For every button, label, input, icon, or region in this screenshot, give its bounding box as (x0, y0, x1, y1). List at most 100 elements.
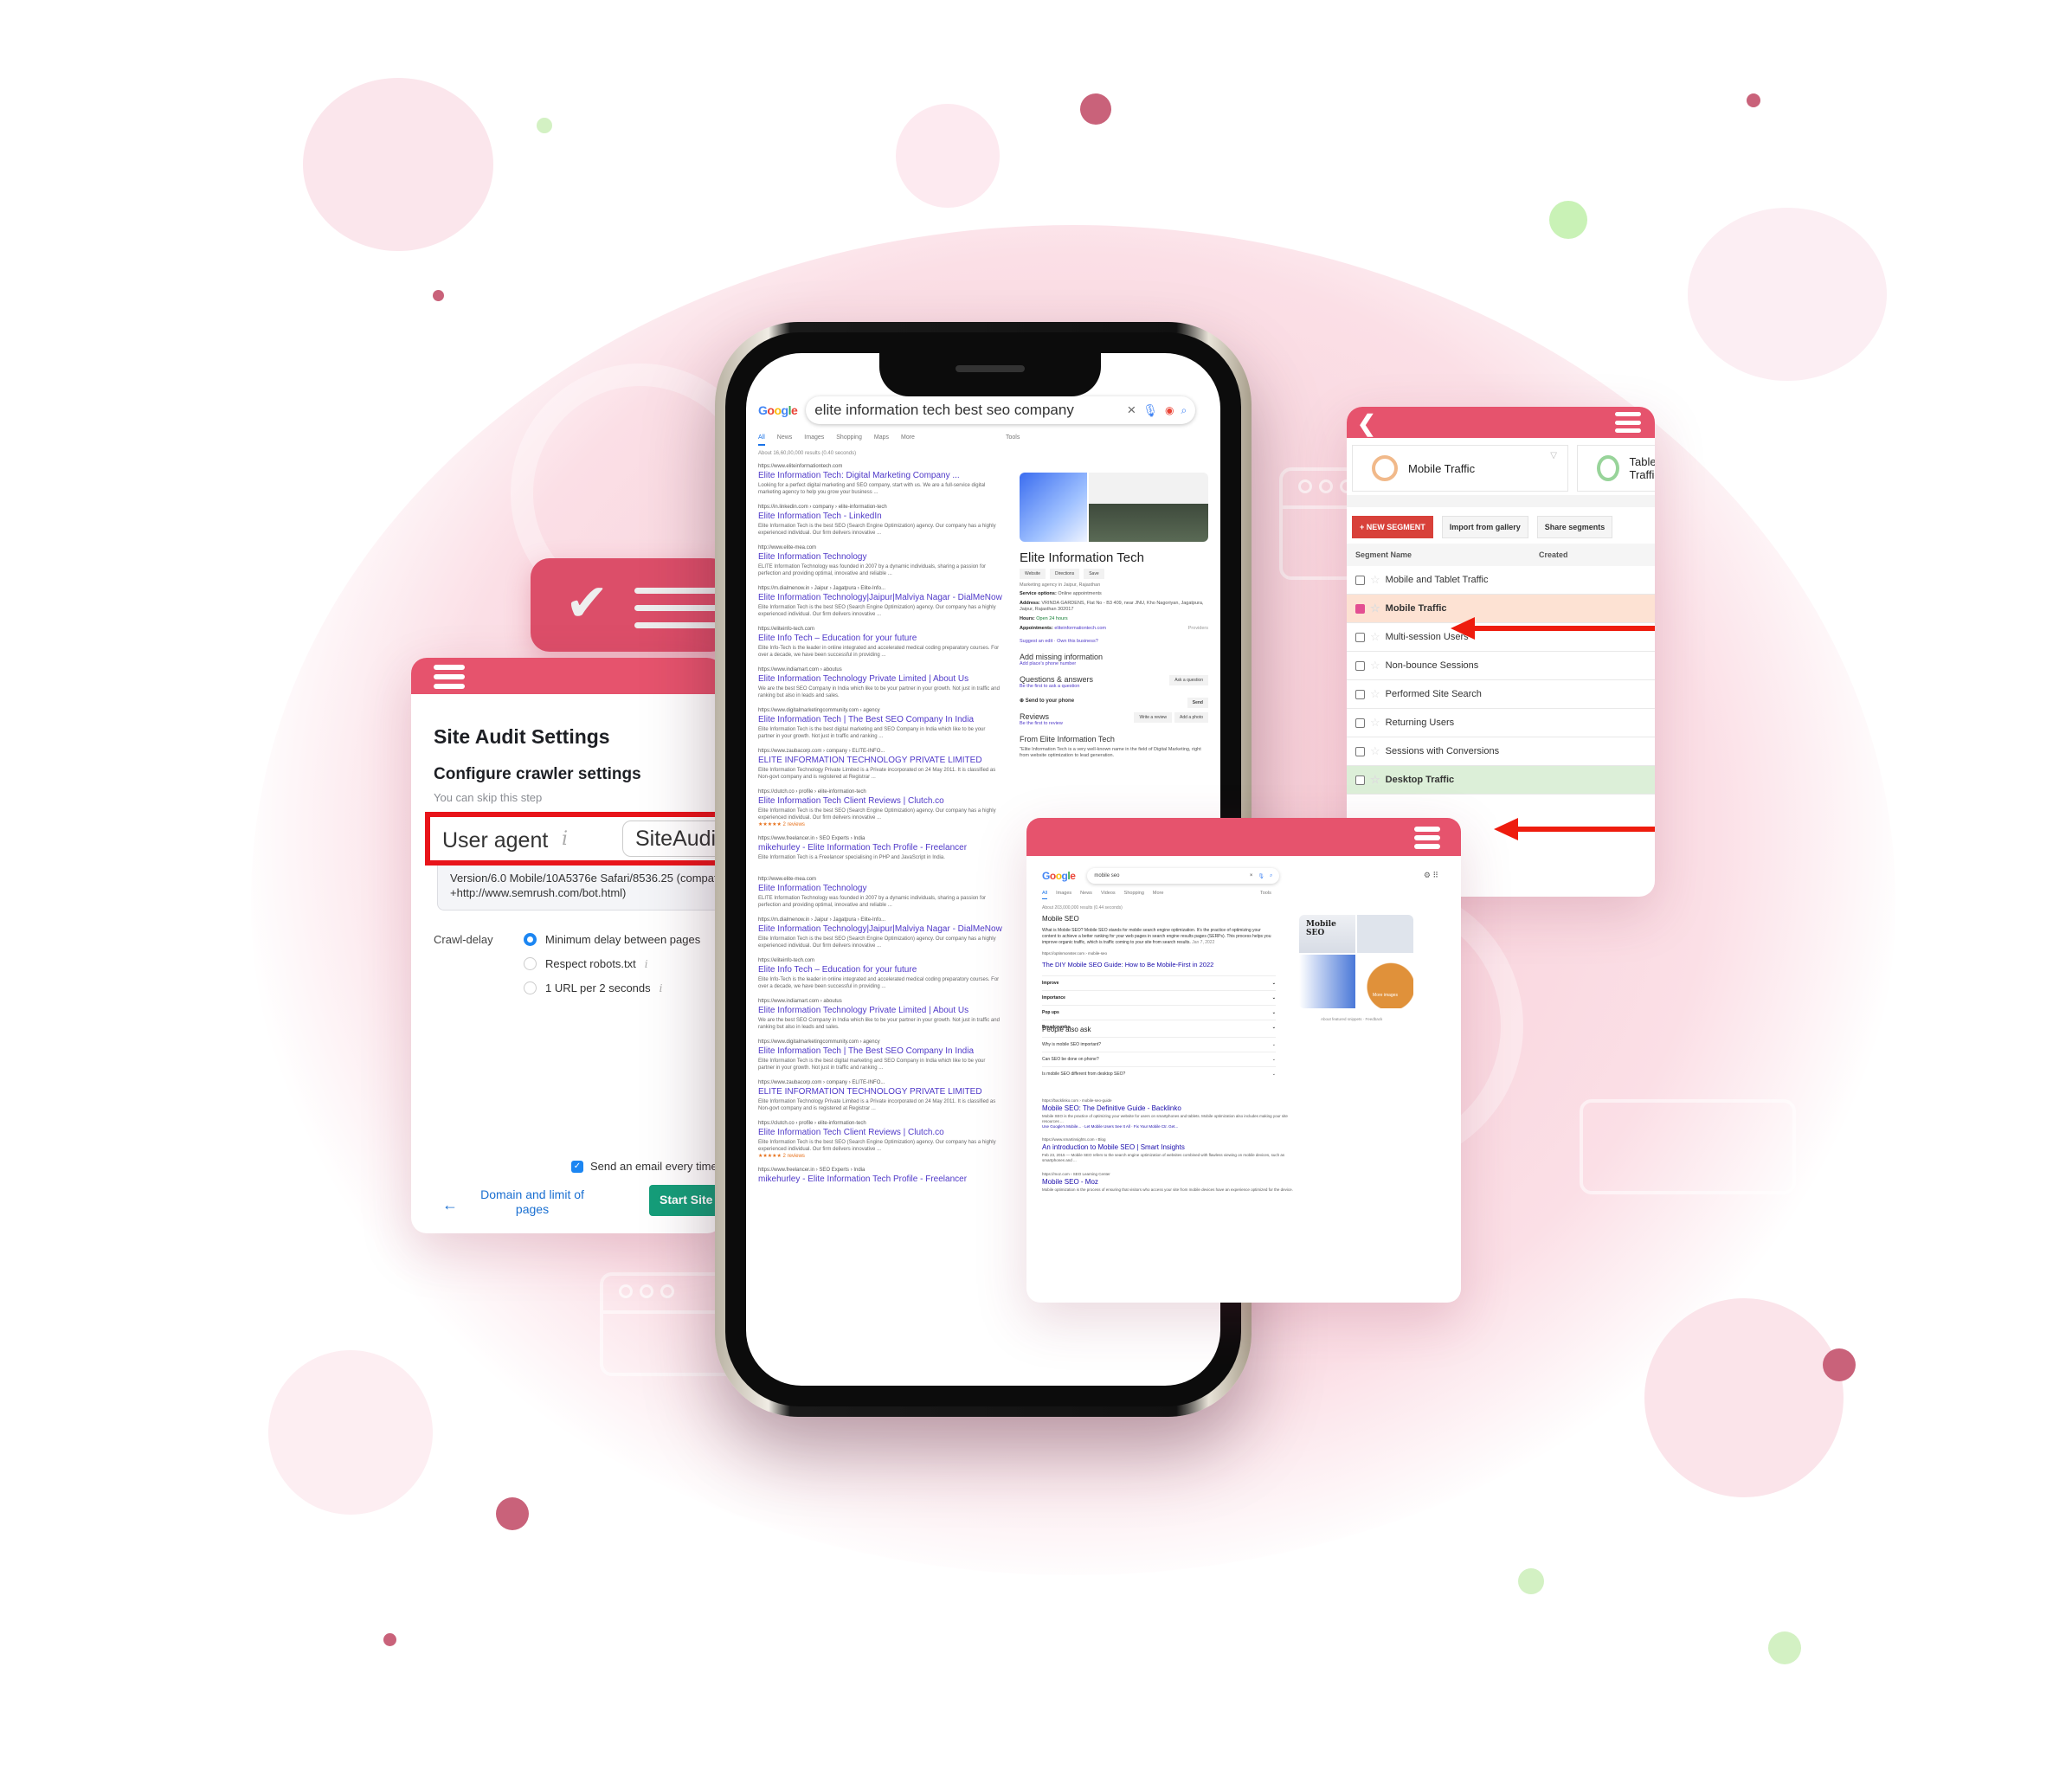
segment-name[interactable]: Performed Site Search (1386, 689, 1482, 699)
directions-button[interactable]: Directions (1049, 569, 1080, 579)
info-icon[interactable]: i (562, 828, 568, 850)
result-title-link[interactable]: Elite Information Technology Private Lim… (758, 1006, 1001, 1015)
chevron-down-icon[interactable]: ⌄ (1272, 1057, 1276, 1062)
send-button[interactable]: Send (1187, 698, 1208, 708)
star-icon[interactable]: ☆ (1370, 744, 1380, 758)
add-photo-button[interactable]: Add a photo (1174, 712, 1208, 723)
segment-name[interactable]: Mobile and Tablet Traffic (1386, 575, 1489, 585)
camera-lens-icon[interactable]: ◉ (1165, 404, 1174, 416)
chevron-down-icon[interactable]: ⌄ (1272, 995, 1276, 1001)
user-agent-select[interactable]: SiteAudit (622, 820, 723, 857)
paa-question[interactable]: Is mobile SEO different from desktop SEO… (1042, 1066, 1276, 1081)
result-title-link[interactable]: An introduction to Mobile SEO | Smart In… (1042, 1143, 1293, 1151)
microphone-icon[interactable]: 🎙 (1258, 873, 1264, 879)
result-title-link[interactable]: Elite Information Technology|Jaipur|Malv… (758, 924, 1002, 934)
star-icon[interactable]: ☆ (1370, 602, 1380, 615)
checkbox-icon[interactable] (1355, 632, 1365, 642)
tab-news[interactable]: News (1080, 891, 1092, 899)
back-link[interactable]: Domain and limit of pages (472, 1187, 593, 1217)
result-title-link[interactable]: ELITE INFORMATION TECHNOLOGY PRIVATE LIM… (758, 1087, 1001, 1097)
search-icon[interactable]: ⌕ (1181, 404, 1187, 417)
radio-selected-icon[interactable] (524, 933, 537, 946)
result-title-link[interactable]: Elite Information Tech: Digital Marketin… (758, 471, 1001, 480)
import-from-gallery-button[interactable]: Import from gallery (1441, 516, 1528, 538)
send-to-phone[interactable]: ⊕ Send to your phone Send (1020, 698, 1208, 708)
knowledge-panel-images[interactable] (1020, 473, 1208, 542)
search-input[interactable]: mobile seo × 🎙 ⌕ (1087, 868, 1279, 884)
column-header[interactable]: Created (1539, 550, 1568, 559)
tab-images[interactable]: Images (804, 434, 824, 446)
chevron-down-icon[interactable]: ⌄ (1272, 1042, 1276, 1047)
segment-row[interactable]: ☆ Performed Site Search (1347, 680, 1655, 709)
crawl-option-1-url-per-2s[interactable]: 1 URL per 2 seconds i (524, 981, 662, 994)
tab-videos[interactable]: Videos (1101, 891, 1116, 899)
star-icon[interactable]: ☆ (1370, 630, 1380, 644)
write-review-button[interactable]: Write a review (1134, 712, 1173, 723)
hamburger-icon[interactable] (1615, 412, 1641, 433)
info-icon[interactable]: i (645, 958, 648, 970)
result-title-link[interactable]: Mobile SEO - Moz (1042, 1178, 1293, 1186)
sitelinks[interactable]: Use Google's Mobile... · Let Mobile User… (1042, 1124, 1293, 1129)
image-thumbnail[interactable] (1357, 915, 1413, 953)
back-chevron-icon[interactable]: ❮ (1357, 410, 1376, 437)
paa-question[interactable]: Why is mobile SEO important? ⌄ (1042, 1037, 1276, 1052)
save-button[interactable]: Save (1084, 569, 1104, 579)
tools-button[interactable]: Tools (1006, 434, 1020, 441)
hamburger-icon[interactable] (434, 665, 465, 689)
photo-thumbnail[interactable] (1020, 473, 1087, 542)
checkbox-icon[interactable] (1355, 660, 1365, 671)
result-title-link[interactable]: Elite Information Technology Private Lim… (758, 674, 1001, 684)
accordion-item[interactable]: Importance ⌄ (1042, 990, 1276, 1005)
website-button[interactable]: Website (1020, 569, 1046, 579)
accordion-item[interactable]: Pop ups ⌄ (1042, 1005, 1276, 1020)
tab-news[interactable]: News (777, 434, 793, 446)
segment-row[interactable]: ☆ Returning Users (1347, 709, 1655, 737)
ask-question-button[interactable]: Ask a question (1169, 675, 1208, 685)
hours[interactable]: Hours: Open 24 hours (1020, 616, 1208, 622)
segment-row[interactable]: ☆ Sessions with Conversions (1347, 737, 1655, 766)
tab-more[interactable]: More (901, 434, 915, 446)
segment-name[interactable]: Non-bounce Sessions (1386, 660, 1479, 671)
google-logo[interactable]: Google (1042, 870, 1076, 882)
search-input[interactable]: elite information tech best seo company … (806, 396, 1195, 424)
settings-gear-icon[interactable]: ⚙ ⠿ (1424, 871, 1438, 880)
tab-all[interactable]: All (758, 434, 765, 446)
result-title-link[interactable]: Elite Information Tech Client Reviews | … (758, 796, 1001, 806)
image-thumbnail[interactable] (1299, 955, 1355, 1008)
checkbox-icon[interactable] (1355, 689, 1365, 699)
chevron-down-icon[interactable]: ▽ (1550, 451, 1557, 460)
search-query[interactable]: elite information tech best seo company (814, 402, 1120, 419)
search-query[interactable]: mobile seo (1094, 873, 1244, 878)
share-segments-button[interactable]: Share segments (1536, 516, 1613, 538)
accordion-item[interactable]: Improve ⌄ (1042, 975, 1276, 990)
clear-icon[interactable]: × (1250, 873, 1253, 878)
result-title-link[interactable]: Elite Information Tech - LinkedIn (758, 512, 1001, 521)
google-logo[interactable]: Google (758, 403, 798, 417)
tab-all[interactable]: All (1042, 891, 1048, 899)
star-icon[interactable]: ☆ (1370, 716, 1380, 730)
result-title-link[interactable]: Elite Info Tech – Education for your fut… (758, 634, 1001, 643)
suggest-edit-link[interactable]: Suggest an edit · Own this business? (1020, 639, 1208, 644)
star-icon[interactable]: ☆ (1370, 659, 1380, 672)
add-phone-link[interactable]: Add place's phone number (1020, 661, 1208, 666)
segment-card-tablet[interactable]: Tablet Traffic (1577, 445, 1655, 492)
checkbox-icon[interactable] (1355, 775, 1365, 785)
new-segment-button[interactable]: + NEW SEGMENT (1352, 516, 1433, 538)
result-title-link[interactable]: Elite Information Technology|Jaipur|Malv… (758, 593, 1002, 602)
radio-icon[interactable] (524, 957, 537, 970)
segment-name[interactable]: Desktop Traffic (1386, 775, 1454, 785)
paa-question[interactable]: Can SEO be done on phone? ⌄ (1042, 1052, 1276, 1066)
result-title-link[interactable]: mikehurley - Elite Information Tech Prof… (758, 843, 1001, 853)
info-icon[interactable]: i (660, 982, 663, 994)
result-title-link[interactable]: Elite Information Tech | The Best SEO Co… (758, 715, 1001, 724)
clear-icon[interactable]: × (1127, 402, 1136, 419)
feedback-link[interactable]: Feedback (1366, 1017, 1383, 1021)
segment-row[interactable]: ☆ Desktop Traffic (1347, 766, 1655, 795)
image-grid[interactable]: Mobile SEO More images (1299, 915, 1413, 1008)
tab-shopping[interactable]: Shopping (836, 434, 862, 446)
image-thumbnail[interactable]: Mobile SEO (1299, 915, 1355, 953)
search-icon[interactable]: ⌕ (1270, 873, 1272, 879)
checkbox-icon[interactable] (1355, 746, 1365, 756)
tab-shopping[interactable]: Shopping (1124, 891, 1144, 899)
hamburger-icon[interactable] (1414, 827, 1440, 849)
